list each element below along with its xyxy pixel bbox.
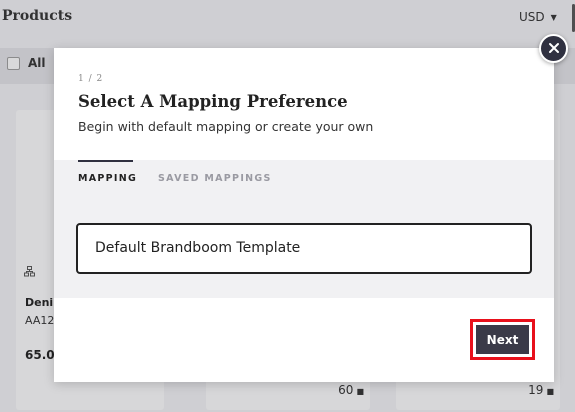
modal-subtitle: Begin with default mapping or create you…	[78, 119, 374, 134]
close-modal-button[interactable]	[539, 34, 568, 63]
modal-title: Select A Mapping Preference	[78, 92, 348, 111]
close-icon	[548, 39, 560, 58]
mapping-panel: MAPPING SAVED MAPPINGS Default Brandboom…	[54, 160, 554, 298]
step-indicator: 1 / 2	[78, 74, 104, 84]
next-button-highlight: Next	[470, 319, 535, 360]
tab-saved-mappings[interactable]: SAVED MAPPINGS	[158, 173, 272, 184]
active-tab-indicator	[78, 160, 133, 162]
mapping-select[interactable]: Default Brandboom Template	[76, 223, 532, 274]
next-button[interactable]: Next	[476, 325, 529, 354]
mapping-preference-modal: 1 / 2 Select A Mapping Preference Begin …	[54, 48, 554, 382]
selected-mapping: Default Brandboom Template	[95, 240, 301, 256]
tab-mapping[interactable]: MAPPING	[78, 173, 137, 184]
